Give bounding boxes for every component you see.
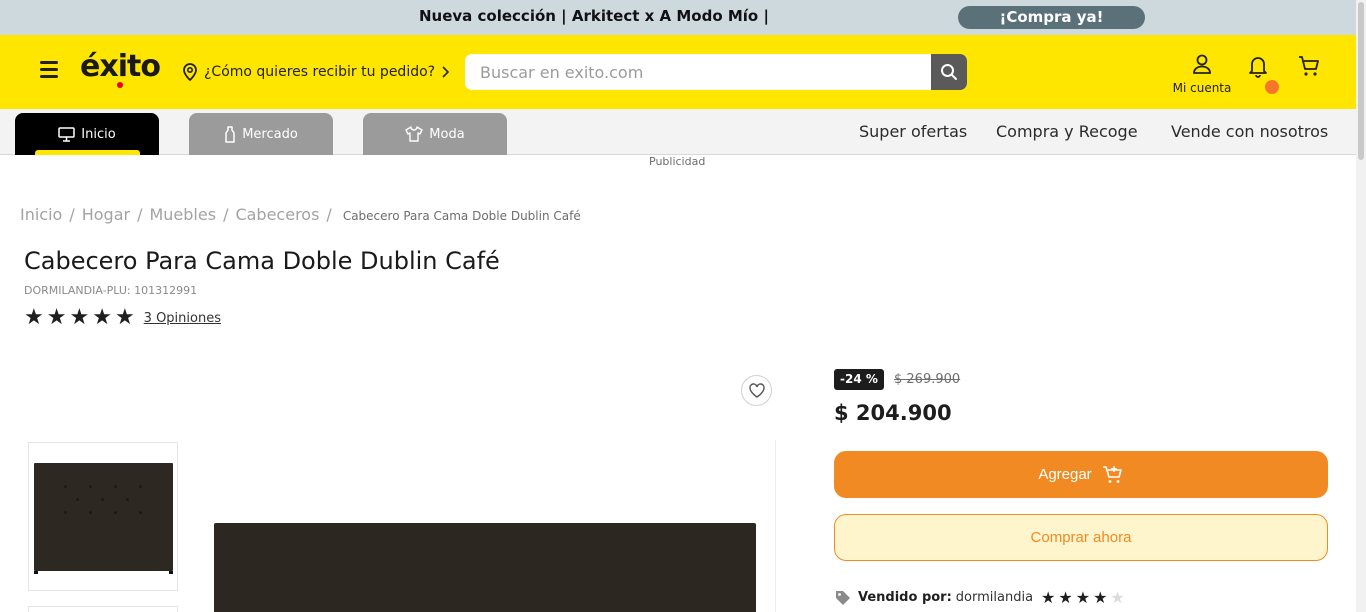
favorite-button[interactable] xyxy=(741,375,772,406)
nav-link-compra-y-recoge[interactable]: Compra y Recoge xyxy=(996,122,1138,141)
product-title: Cabecero Para Cama Doble Dublin Café xyxy=(24,247,500,275)
account-label: Mi cuenta xyxy=(1172,81,1232,95)
star-icon: ★ xyxy=(46,305,67,330)
bottle-icon xyxy=(225,125,235,143)
discount-badge: -24 % xyxy=(834,369,884,390)
star-icon: ★ xyxy=(1093,588,1108,607)
product-main-image[interactable] xyxy=(214,523,756,612)
nav-link-vende-con-nosotros[interactable]: Vende con nosotros xyxy=(1171,122,1328,141)
breadcrumb-item-inicio[interactable]: Inicio xyxy=(20,205,62,224)
category-navbar: Inicio Mercado Moda Super ofertas Compra… xyxy=(0,109,1356,155)
product-rating: ★ ★ ★ ★ ★ 3 Opiniones xyxy=(24,307,221,329)
monitor-icon xyxy=(58,126,76,142)
star-icon: ★ xyxy=(1058,588,1073,607)
heart-icon xyxy=(748,383,765,398)
add-to-cart-button[interactable]: Agregar xyxy=(834,451,1328,498)
breadcrumb-item-cabeceros[interactable]: Cabeceros xyxy=(235,205,319,224)
breadcrumb-separator: / xyxy=(326,205,332,224)
delivery-prompt: ¿Cómo quieres recibir tu pedido? xyxy=(204,64,436,80)
nav-link-super-ofertas[interactable]: Super ofertas xyxy=(859,122,967,141)
search-icon xyxy=(941,64,957,80)
tag-icon xyxy=(836,591,850,605)
account-button[interactable]: Mi cuenta xyxy=(1170,53,1234,95)
breadcrumb-separator: / xyxy=(223,205,229,224)
search-input[interactable] xyxy=(465,54,931,90)
seller-name[interactable]: dormilandia xyxy=(956,590,1033,605)
scrollbar-thumb[interactable] xyxy=(1358,2,1364,160)
star-icon: ★ xyxy=(92,305,112,330)
tab-inicio[interactable]: Inicio xyxy=(15,113,159,155)
seller-label: Vendido por: xyxy=(858,590,952,605)
bell-icon[interactable] xyxy=(1245,53,1271,79)
tab-mercado[interactable]: Mercado xyxy=(189,113,333,155)
search-button[interactable] xyxy=(931,54,967,90)
product-thumbnail[interactable] xyxy=(28,606,178,612)
shop-now-button[interactable]: ¡Compra ya! xyxy=(958,6,1145,29)
star-icon: ★ xyxy=(1041,588,1056,607)
thumbnail-image xyxy=(34,463,173,571)
breadcrumb-separator: / xyxy=(137,205,143,224)
star-icon: ★ xyxy=(114,305,135,330)
buy-now-label: Comprar ahora xyxy=(1030,529,1132,546)
delivery-selector[interactable]: ¿Cómo quieres recibir tu pedido? xyxy=(182,62,450,82)
cart-icon[interactable] xyxy=(1296,53,1322,79)
breadcrumb-current: Cabecero Para Cama Doble Dublin Café xyxy=(342,209,581,223)
thumbnail-leg xyxy=(34,571,38,574)
seller-info: Vendido por: dormilandia ★ ★ ★ ★ ★ xyxy=(834,588,1128,607)
breadcrumb-separator: / xyxy=(69,205,75,224)
page-scrollbar[interactable] xyxy=(1356,0,1366,612)
shirt-icon xyxy=(405,126,423,142)
tab-label: Inicio xyxy=(81,126,116,142)
location-pin-icon xyxy=(183,63,197,81)
tab-moda[interactable]: Moda xyxy=(363,113,507,155)
cart-icon xyxy=(1102,465,1122,483)
product-sku: DORMILANDIA-PLU: 101312991 xyxy=(24,284,198,297)
tab-label: Mercado xyxy=(242,126,298,142)
tab-label: Moda xyxy=(429,126,465,142)
thumbnail-leg xyxy=(169,571,173,574)
old-price: $ 269.900 xyxy=(894,372,961,387)
add-to-cart-label: Agregar xyxy=(1038,466,1092,483)
star-icon: ★ xyxy=(1075,588,1091,607)
gallery-divider xyxy=(775,440,776,612)
buy-now-button[interactable]: Comprar ahora xyxy=(834,514,1328,561)
product-thumbnail[interactable] xyxy=(28,442,178,591)
breadcrumb-item-muebles[interactable]: Muebles xyxy=(149,205,216,224)
reviews-link[interactable]: 3 Opiniones xyxy=(144,311,221,326)
exito-logo[interactable]: éxito xyxy=(80,49,161,84)
search-bar xyxy=(465,54,967,90)
star-icon: ★ xyxy=(69,305,90,330)
breadcrumb: Inicio / Hogar / Muebles / Cabeceros / C… xyxy=(20,205,581,224)
promo-text: Nueva colección | Arkitect x A Modo Mío … xyxy=(419,7,769,25)
promo-banner: Nueva colección | Arkitect x A Modo Mío … xyxy=(0,0,1356,35)
logo-dot xyxy=(117,82,123,88)
user-icon xyxy=(1193,54,1211,74)
star-empty-icon: ★ xyxy=(1110,588,1125,607)
menu-icon[interactable] xyxy=(40,61,58,79)
chevron-right-icon xyxy=(442,66,450,78)
star-icon: ★ xyxy=(24,305,44,330)
notification-dot xyxy=(1265,80,1279,94)
breadcrumb-item-hogar[interactable]: Hogar xyxy=(82,205,130,224)
current-price: $ 204.900 xyxy=(834,401,952,425)
site-header: éxito ¿Cómo quieres recibir tu pedido? M… xyxy=(0,35,1356,109)
seller-rating: ★ ★ ★ ★ ★ xyxy=(1041,588,1128,607)
active-tab-indicator xyxy=(35,150,140,155)
advertising-label: Publicidad xyxy=(649,155,706,168)
